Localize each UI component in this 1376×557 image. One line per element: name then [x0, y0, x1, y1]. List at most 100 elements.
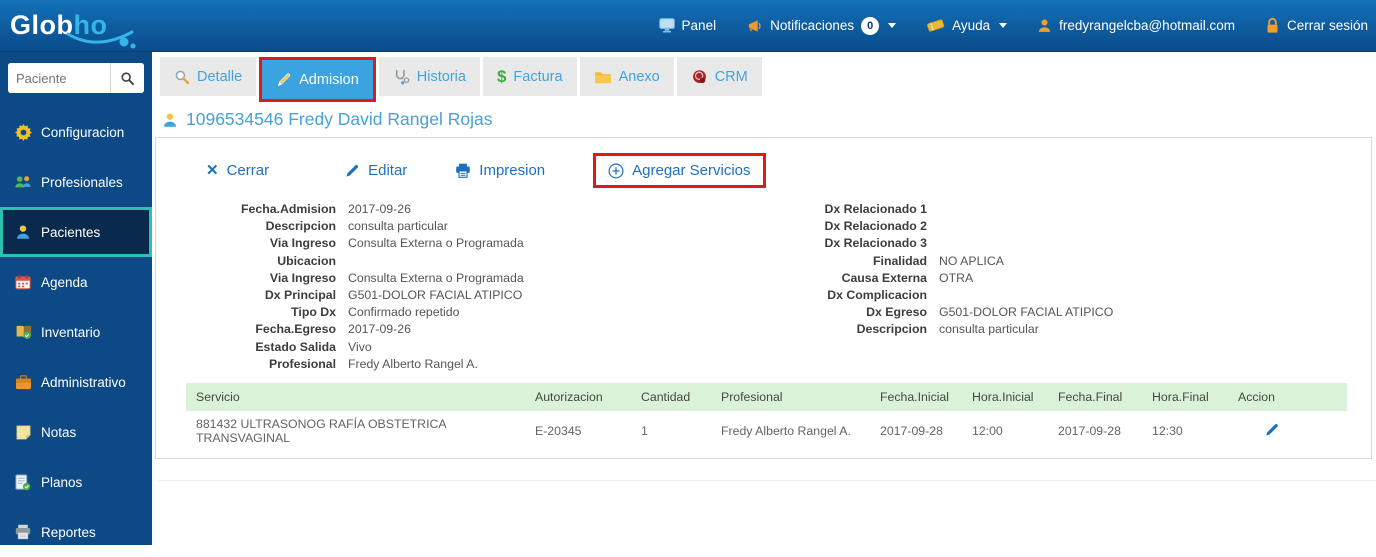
- patient-search-input[interactable]: [8, 63, 110, 93]
- detail-label: Ubicacion: [277, 253, 336, 268]
- circle-plus-icon: [608, 163, 624, 178]
- sidebar: Configuracion Profesionales Pacientes: [0, 52, 152, 545]
- detail-value: NO APLICA: [939, 253, 1004, 268]
- detail-label: Descripcion: [265, 219, 336, 234]
- detail-value: 2017-09-26: [348, 322, 411, 337]
- detail-label: Dx Egreso: [866, 305, 927, 320]
- magnifier-icon: [121, 71, 135, 85]
- chevron-down-icon: [999, 23, 1008, 28]
- annotation-box-agregar-servicios: Agregar Servicios: [593, 153, 766, 188]
- sidebar-item-planos[interactable]: Planos: [0, 457, 152, 507]
- col-header-profesional: Profesional: [721, 383, 880, 412]
- detail-value: G501-DOLOR FACIAL ATIPICO: [348, 288, 523, 303]
- detail-label: Dx Relacionado 3: [824, 236, 927, 251]
- cell-fecha-inicial: 2017-09-28: [880, 424, 943, 439]
- sidebar-item-administrativo[interactable]: Administrativo: [0, 357, 152, 407]
- tab-historia[interactable]: Historia: [378, 57, 480, 96]
- tab-admision[interactable]: Admision: [262, 60, 373, 99]
- detail-label: Dx Relacionado 1: [824, 202, 927, 216]
- detail-label: Causa Externa: [841, 270, 927, 285]
- nav-user-account[interactable]: fredyrangelcba@hotmail.com: [1037, 18, 1235, 33]
- crm-icon: [692, 69, 706, 83]
- details-right-column: Dx Relacionado 1 Dx Relacionado 2 Dx Rel…: [771, 201, 1371, 373]
- edit-service-button[interactable]: [1264, 422, 1279, 437]
- detail-value: Vivo: [348, 339, 372, 354]
- nav-panel[interactable]: Panel: [658, 18, 716, 33]
- detail-value: G501-DOLOR FACIAL ATIPICO: [939, 305, 1114, 320]
- nav-cerrar-sesion[interactable]: Cerrar sesión: [1265, 17, 1368, 34]
- printer-icon: [456, 163, 471, 178]
- patient-header: 1096534546 Fredy David Rangel Rojas: [162, 109, 1376, 130]
- patient-search-group: [8, 63, 144, 93]
- tab-factura[interactable]: $ Factura: [482, 57, 577, 96]
- cell-hora-inicial: 12:00: [972, 424, 1003, 439]
- sidebar-item-pacientes[interactable]: Pacientes: [0, 207, 152, 257]
- app-logo[interactable]: Globho: [10, 10, 160, 49]
- detail-label: Estado Salida: [255, 339, 336, 354]
- detail-label: Tipo Dx: [291, 305, 336, 320]
- col-header-hora-final: Hora.Final: [1152, 383, 1238, 412]
- detail-value: Consulta Externa o Programada: [348, 236, 524, 251]
- patient-title-text: 1096534546 Fredy David Rangel Rojas: [186, 109, 493, 129]
- sidebar-item-inventario[interactable]: Inventario: [0, 307, 152, 357]
- col-header-autorizacion: Autorizacion: [535, 383, 641, 412]
- tab-crm[interactable]: CRM: [676, 57, 762, 96]
- close-icon: ✕: [206, 162, 219, 179]
- document-check-icon: [14, 473, 32, 491]
- details-left-column: Fecha.Admision 2017-09-26 Descripcion cons…: [156, 201, 771, 373]
- col-header-servicio: Servicio: [186, 383, 535, 412]
- tab-bar: Detalle Admision Historia $ Factura Anex…: [152, 52, 1376, 102]
- editar-button[interactable]: Editar: [345, 162, 407, 179]
- lock-icon: [1267, 18, 1278, 33]
- detail-value: Fredy Alberto Rangel A.: [348, 356, 478, 371]
- sidebar-item-notas[interactable]: Notas: [0, 407, 152, 457]
- calendar-icon: [14, 274, 32, 290]
- impresion-button[interactable]: Impresion: [455, 162, 545, 179]
- detail-value: OTRA: [939, 270, 974, 285]
- detail-label: Dx Principal: [264, 288, 336, 303]
- top-navbar: Globho Panel Notificaciones 0 Ayuda fred…: [0, 0, 1376, 52]
- detail-value: 2017-09-26: [348, 202, 411, 216]
- ticket-icon: [927, 19, 945, 32]
- detail-label: Profesional: [269, 356, 336, 371]
- col-header-hora-inicial: Hora.Inicial: [972, 383, 1058, 412]
- sidebar-item-agenda[interactable]: Agenda: [0, 257, 152, 307]
- detail-label: Fecha.Egreso: [255, 322, 336, 337]
- detail-value: Consulta Externa o Programada: [348, 270, 524, 285]
- people-icon: [14, 174, 32, 190]
- cerrar-button[interactable]: ✕ Cerrar: [206, 162, 269, 179]
- sidebar-item-configuracion[interactable]: Configuracion: [0, 107, 152, 157]
- chevron-down-icon: [888, 23, 897, 28]
- detail-value: Confirmado repetido: [348, 305, 460, 320]
- col-header-fecha-inicial: Fecha.Inicial: [880, 383, 972, 412]
- detail-label: Dx Relacionado 2: [824, 219, 927, 234]
- cell-hora-final: 12:30: [1152, 424, 1183, 439]
- detail-label: Via Ingreso: [269, 236, 336, 251]
- agregar-servicios-button[interactable]: Agregar Servicios: [608, 162, 751, 179]
- tab-anexo[interactable]: Anexo: [579, 57, 674, 96]
- nav-notificaciones[interactable]: Notificaciones 0: [746, 16, 897, 35]
- person-icon: [164, 112, 176, 127]
- nav-ayuda[interactable]: Ayuda: [926, 18, 1008, 33]
- sidebar-item-reportes[interactable]: Reportes: [0, 507, 152, 557]
- admission-details: Fecha.Admision 2017-09-26 Descripcion cons…: [156, 201, 1371, 373]
- stethoscope-icon: [395, 69, 410, 84]
- table-row: 881432 ULTRASONOG RAFÍA OBSTETRICA TRANS…: [186, 411, 1347, 451]
- panel-actions: ✕ Cerrar Editar Impresion Agregar Servic…: [156, 138, 1371, 190]
- detail-label: Finalidad: [873, 253, 927, 268]
- pencil-icon: [1266, 424, 1278, 436]
- monitor-icon: [658, 18, 675, 33]
- patient-search-button[interactable]: [110, 63, 144, 93]
- tab-detalle[interactable]: Detalle: [160, 57, 257, 96]
- cell-cantidad: 1: [641, 424, 648, 439]
- cell-fecha-final: 2017-09-28: [1058, 424, 1121, 439]
- col-header-fecha-final: Fecha.Final: [1058, 383, 1152, 412]
- dollar-icon: $: [496, 66, 507, 86]
- sidebar-item-profesionales[interactable]: Profesionales: [0, 157, 152, 207]
- admission-panel: ✕ Cerrar Editar Impresion Agregar Servic…: [155, 137, 1372, 459]
- navbar-menu: Panel Notificaciones 0 Ayuda fredyrangel…: [658, 16, 1376, 35]
- services-table-header-row: Servicio Autorizacion Cantidad Profesion…: [186, 383, 1347, 412]
- detail-label: Fecha.Admision: [241, 202, 336, 216]
- services-table: Servicio Autorizacion Cantidad Profesion…: [186, 383, 1347, 451]
- logo-swoosh-icon: [66, 30, 136, 49]
